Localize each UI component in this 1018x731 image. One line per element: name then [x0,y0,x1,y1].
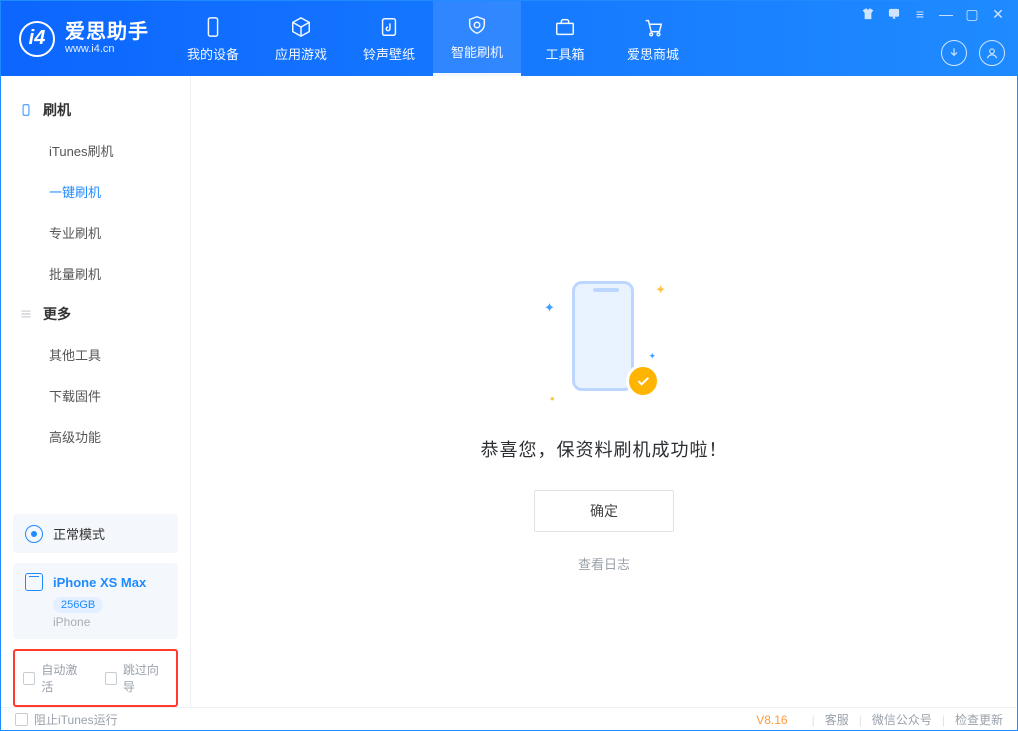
logo-icon: i4 [19,21,55,57]
divider: | [859,713,862,727]
sidebar: 刷机 iTunes刷机 一键刷机 专业刷机 批量刷机 更多 其他工具 下载固件 … [1,76,191,707]
device-mode-panel[interactable]: 正常模式 [13,514,178,553]
ok-button[interactable]: 确定 [534,490,674,532]
download-button[interactable] [941,40,967,66]
sidebar-item-download-firmware[interactable]: 下载固件 [1,375,190,416]
tab-label: 爱思商城 [627,44,679,63]
tab-label: 我的设备 [187,44,239,63]
header-right: ≡ — ▢ ✕ [861,1,1005,76]
checkbox-icon [15,713,28,726]
tab-label: 智能刷机 [451,42,503,61]
view-log-link[interactable]: 查看日志 [578,554,630,573]
device-mode-label: 正常模式 [53,524,105,543]
section-label: 更多 [43,304,71,324]
maximize-button[interactable]: ▢ [965,7,979,21]
connected-device-card[interactable]: iPhone XS Max 256GB iPhone [13,563,178,639]
main-tabs: 我的设备 应用游戏 铃声壁纸 智能刷机 工具箱 爱思商城 [169,1,697,76]
shirt-icon[interactable] [861,7,875,21]
tab-store[interactable]: 爱思商城 [609,1,697,76]
app-header: i4 爱思助手 www.i4.cn 我的设备 应用游戏 铃声壁纸 智能刷机 工具… [1,1,1017,76]
sparkle-icon: • [550,391,555,406]
success-message: 恭喜您，保资料刷机成功啦！ [481,436,728,462]
menu-icon[interactable]: ≡ [913,7,927,21]
checkbox-skip-guide[interactable]: 跳过向导 [105,661,169,695]
divider: | [942,713,945,727]
sidebar-section-flash: 刷机 [1,90,190,130]
version-label: V8.16 [756,713,787,727]
flash-options-highlight: 自动激活 跳过向导 [13,649,178,707]
list-icon [19,307,33,321]
mode-indicator-icon [25,525,43,543]
tab-ringtones[interactable]: 铃声壁纸 [345,1,433,76]
device-type: iPhone [53,615,166,629]
tab-label: 工具箱 [545,44,584,63]
device-name: iPhone XS Max [53,575,146,590]
sparkle-icon: ✦ [655,282,666,298]
window-controls: ≡ — ▢ ✕ [861,7,1005,21]
checkbox-label: 自动激活 [41,661,86,695]
sidebar-item-pro-flash[interactable]: 专业刷机 [1,212,190,253]
phone-outline-icon [572,281,634,391]
tab-smart-flash[interactable]: 智能刷机 [433,1,521,76]
minimize-button[interactable]: — [939,7,953,21]
check-update-link[interactable]: 检查更新 [955,711,1003,728]
phone-icon [201,15,225,39]
feedback-icon[interactable] [887,7,901,21]
toolbox-icon [553,15,577,39]
checkbox-icon [23,672,35,685]
check-badge-icon [626,364,660,398]
user-button[interactable] [979,40,1005,66]
sidebar-item-other-tools[interactable]: 其他工具 [1,334,190,375]
tab-label: 铃声壁纸 [363,44,415,63]
sparkle-icon: ✦ [544,300,555,316]
checkbox-label: 阻止iTunes运行 [34,711,118,728]
checkbox-auto-activate[interactable]: 自动激活 [23,661,87,695]
tab-toolbox[interactable]: 工具箱 [521,1,609,76]
wechat-link[interactable]: 微信公众号 [872,711,932,728]
sidebar-item-batch-flash[interactable]: 批量刷机 [1,253,190,294]
status-bar: 阻止iTunes运行 V8.16 | 客服 | 微信公众号 | 检查更新 [1,707,1017,731]
device-small-icon [19,103,33,117]
sidebar-item-itunes-flash[interactable]: iTunes刷机 [1,130,190,171]
refresh-shield-icon [465,13,489,37]
device-capacity: 256GB [53,597,103,613]
tab-apps[interactable]: 应用游戏 [257,1,345,76]
cube-icon [289,15,313,39]
tab-device[interactable]: 我的设备 [169,1,257,76]
success-illustration: ✦ ✦ • ✦ [544,276,664,406]
app-body: 刷机 iTunes刷机 一键刷机 专业刷机 批量刷机 更多 其他工具 下载固件 … [1,76,1017,707]
sidebar-item-advanced[interactable]: 高级功能 [1,416,190,457]
app-subtitle: www.i4.cn [65,43,149,55]
tab-label: 应用游戏 [275,44,327,63]
support-link[interactable]: 客服 [825,711,849,728]
sparkle-icon: ✦ [648,351,656,362]
checkbox-icon [105,672,117,685]
device-icon [25,573,43,591]
checkbox-label: 跳过向导 [123,661,168,695]
app-title: 爱思助手 [65,21,149,43]
section-label: 刷机 [43,100,71,120]
header-actions [941,40,1005,66]
cart-icon [641,15,665,39]
divider: | [812,713,815,727]
sidebar-section-more: 更多 [1,294,190,334]
music-file-icon [377,15,401,39]
close-button[interactable]: ✕ [991,7,1005,21]
checkbox-block-itunes[interactable]: 阻止iTunes运行 [15,711,118,728]
sidebar-item-oneclick-flash[interactable]: 一键刷机 [1,171,190,212]
main-content: ✦ ✦ • ✦ 恭喜您，保资料刷机成功啦！ 确定 查看日志 [191,76,1017,707]
app-logo: i4 爱思助手 www.i4.cn [1,1,169,76]
